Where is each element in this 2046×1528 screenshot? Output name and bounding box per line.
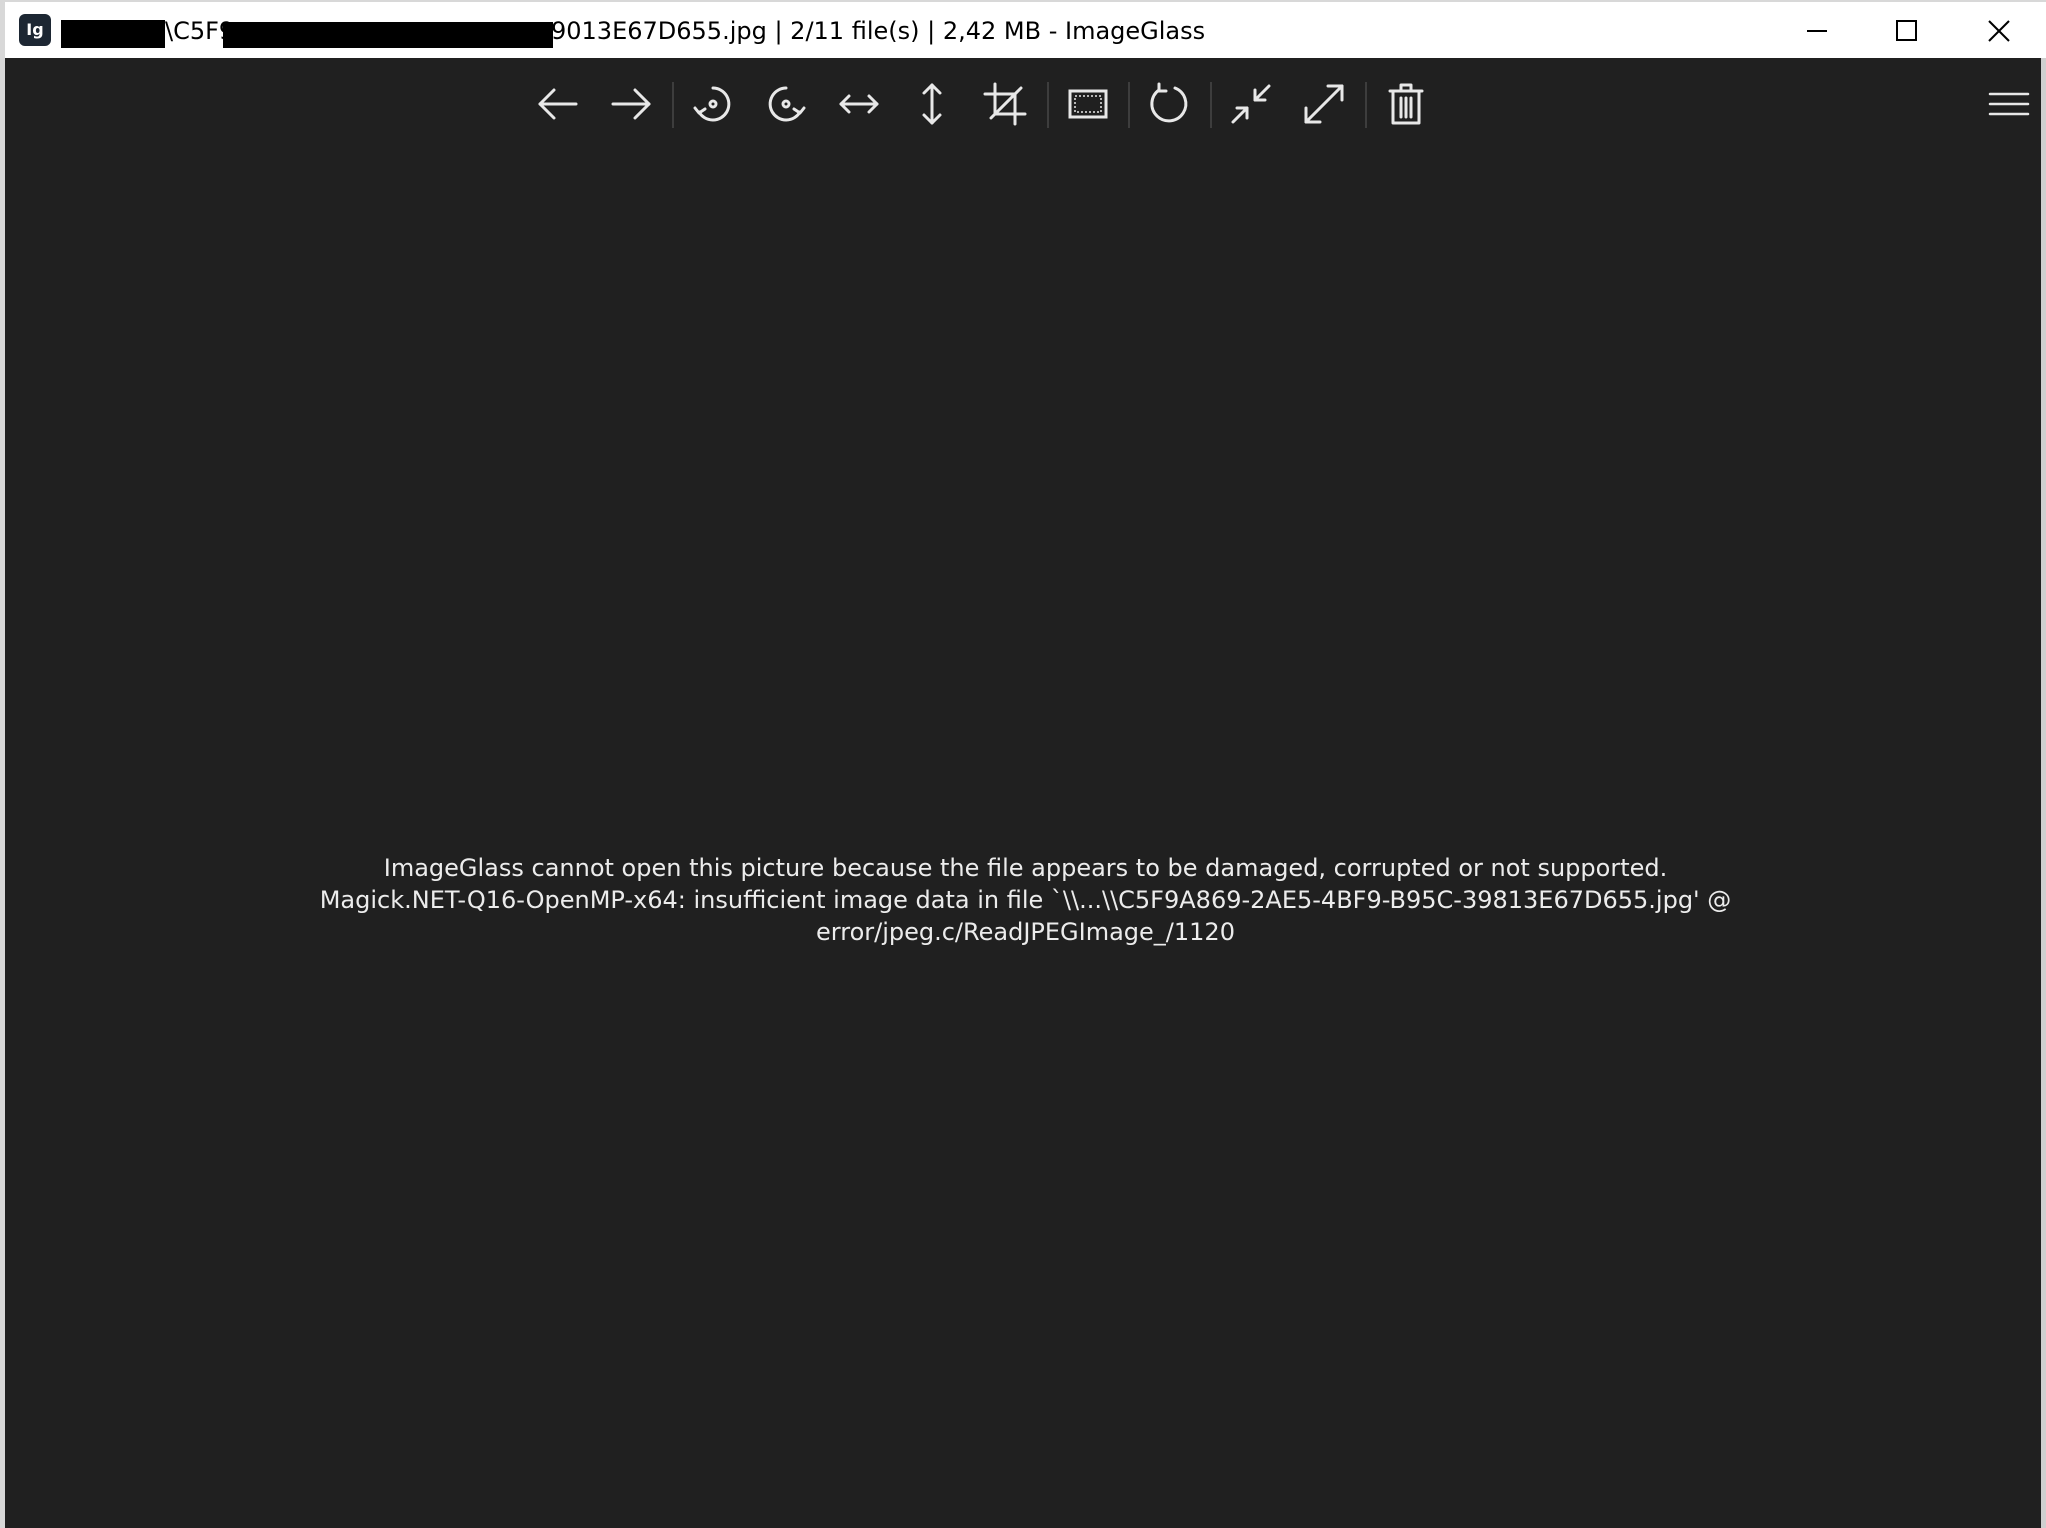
- maximize-icon: [1896, 20, 1917, 41]
- rotate-right-button[interactable]: [758, 76, 814, 132]
- minimize-icon: [1807, 30, 1827, 32]
- delete-button[interactable]: [1378, 76, 1434, 132]
- redacted-path-block: [61, 20, 165, 48]
- window-title: \C5F9 9013E67D655.jpg | 2/11 file(s) | 2…: [61, 12, 1261, 52]
- expand-icon: [1304, 84, 1344, 124]
- main-menu-button[interactable]: [1981, 76, 2037, 132]
- toolbar: [5, 58, 2046, 150]
- refresh-icon: [1150, 82, 1188, 123]
- trash-icon: [1388, 83, 1424, 125]
- close-button[interactable]: [1953, 2, 2045, 60]
- toolbar-separator: [1365, 82, 1367, 128]
- close-icon: [1988, 20, 2010, 42]
- imageglass-window: Ig \C5F9 9013E67D655.jpg | 2/11 file(s) …: [0, 0, 2046, 1528]
- title-file-info: 9013E67D655.jpg | 2/11 file(s) | 2,42 MB…: [551, 17, 1206, 45]
- minimize-button[interactable]: [1771, 2, 1863, 60]
- select-region-button[interactable]: [1060, 76, 1116, 132]
- toolbar-separator: [672, 82, 674, 128]
- arrow-left-icon: [538, 88, 578, 120]
- title-bar[interactable]: Ig \C5F9 9013E67D655.jpg | 2/11 file(s) …: [5, 0, 2046, 58]
- error-message: ImageGlass cannot open this picture beca…: [5, 852, 2046, 948]
- toolbar-separator: [1210, 82, 1212, 128]
- toolbar-separator: [1128, 82, 1130, 128]
- window-edge: [2041, 58, 2046, 1528]
- arrow-right-icon: [611, 88, 651, 120]
- next-image-button[interactable]: [603, 76, 659, 132]
- zoom-to-fit-button[interactable]: [1223, 76, 1279, 132]
- crop-icon: [983, 82, 1027, 126]
- redacted-filename-block: [223, 22, 553, 48]
- collapse-icon: [1231, 84, 1271, 124]
- image-viewer-area[interactable]: ImageGlass cannot open this picture beca…: [5, 150, 2046, 1528]
- error-message-line: Magick.NET-Q16-OpenMP-x64: insufficient …: [319, 886, 1732, 914]
- fullscreen-button[interactable]: [1296, 76, 1352, 132]
- app-logo-icon: Ig: [19, 14, 51, 46]
- rotate-right-icon: [768, 86, 806, 122]
- previous-image-button[interactable]: [530, 76, 586, 132]
- flip-vertical-icon: [922, 83, 942, 125]
- error-message-line: ImageGlass cannot open this picture beca…: [383, 854, 1668, 882]
- rotate-left-icon: [693, 86, 731, 122]
- toolbar-separator: [1047, 82, 1049, 128]
- flip-horizontal-icon: [839, 94, 879, 114]
- hamburger-menu-icon: [1988, 92, 2030, 116]
- maximize-button[interactable]: [1861, 2, 1953, 60]
- flip-horizontal-button[interactable]: [831, 76, 887, 132]
- crop-button[interactable]: [977, 76, 1033, 132]
- flip-vertical-button[interactable]: [904, 76, 960, 132]
- selection-icon: [1068, 89, 1108, 119]
- error-message-line: error/jpeg.c/ReadJPEGImage_/1120: [816, 918, 1235, 946]
- refresh-button[interactable]: [1141, 76, 1197, 132]
- rotate-left-button[interactable]: [685, 76, 741, 132]
